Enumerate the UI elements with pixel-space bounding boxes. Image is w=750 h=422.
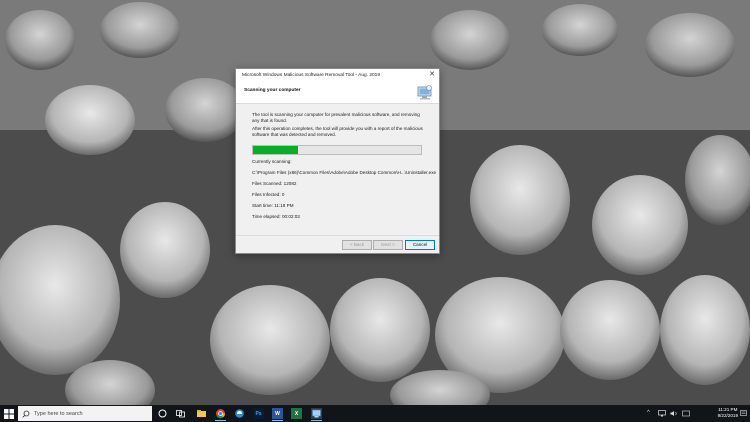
- time-elapsed-text: Time elapsed: 00:02:03: [252, 214, 300, 219]
- action-center-icon[interactable]: [740, 410, 747, 417]
- description-text: The tool is scanning your computer for p…: [252, 112, 420, 123]
- word-icon[interactable]: W: [272, 408, 283, 419]
- search-placeholder: Type here to search: [34, 410, 83, 417]
- mrt-active-indicator: [311, 420, 322, 421]
- word-active-indicator: [272, 420, 283, 421]
- scan-progress-bar: [252, 145, 422, 155]
- dialog-title: Microsoft Windows Malicious Software Rem…: [242, 72, 381, 78]
- header-title: Scanning your computer: [244, 88, 301, 93]
- taskbar-clock[interactable]: 11:21 PM 9/22/2019: [718, 407, 738, 419]
- back-button[interactable]: < Back: [342, 240, 372, 250]
- clock-date: 9/22/2019: [717, 413, 738, 418]
- scan-progress-fill: [253, 146, 299, 154]
- report-note-text: After this operation completes, the tool…: [252, 126, 423, 137]
- search-icon: [22, 410, 30, 418]
- next-button[interactable]: Next >: [373, 240, 403, 250]
- file-explorer-icon[interactable]: [196, 408, 207, 419]
- chevron-up-icon[interactable]: ^: [647, 410, 650, 416]
- start-time-text: Start time: 11:18 PM: [252, 203, 294, 208]
- task-view-icon[interactable]: [175, 408, 186, 419]
- edge-icon[interactable]: [234, 408, 245, 419]
- current-file-path: C:\Program Files (x86)\Common Files\Adob…: [252, 170, 437, 175]
- cortana-icon[interactable]: [157, 408, 168, 419]
- files-infected-text: Files Infected: 0: [252, 192, 285, 197]
- mrt-dialog-window: Microsoft Windows Malicious Software Rem…: [235, 68, 440, 254]
- computer-scan-icon: [417, 85, 432, 100]
- network-icon[interactable]: [658, 410, 666, 417]
- currently-scanning-label: Currently scanning:: [252, 159, 292, 164]
- photoshop-icon[interactable]: Ps: [253, 408, 264, 419]
- windows-start-icon[interactable]: [4, 409, 14, 419]
- close-button[interactable]: ✕: [428, 70, 436, 79]
- taskbar-search-box[interactable]: Type here to search: [18, 406, 152, 421]
- dialog-header: Scanning your computer: [236, 81, 439, 104]
- taskbar: Type here to search Ps W X ^ 11:21 PM 9/…: [0, 405, 750, 422]
- excel-icon[interactable]: X: [291, 408, 302, 419]
- files-scanned-text: Files Scanned: 12082: [252, 181, 297, 186]
- chrome-active-indicator: [215, 420, 226, 421]
- cancel-button[interactable]: Cancel: [405, 240, 435, 250]
- volume-icon[interactable]: [670, 410, 678, 417]
- mrt-taskbar-icon[interactable]: [311, 408, 322, 419]
- dialog-titlebar[interactable]: Microsoft Windows Malicious Software Rem…: [236, 69, 439, 81]
- button-row-divider: [236, 235, 439, 236]
- keyboard-icon[interactable]: [682, 410, 690, 417]
- chrome-icon[interactable]: [215, 408, 226, 419]
